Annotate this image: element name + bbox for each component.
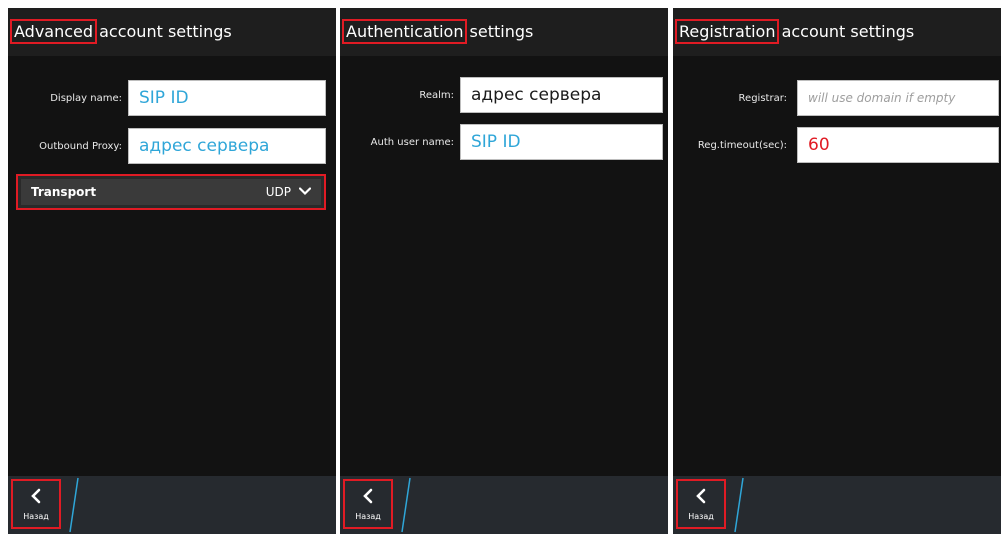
page-title: Advanced account settings	[9, 19, 232, 44]
auth-user-name-row: Auth user name: SIP ID	[340, 124, 668, 162]
registrar-row: Registrar: will use domain if empty	[673, 80, 1001, 118]
chevron-left-icon	[30, 488, 42, 508]
back-button[interactable]: Назад	[343, 479, 393, 529]
bottom-action-bar: Назад	[340, 476, 668, 534]
outbound-proxy-label: Outbound Proxy:	[39, 141, 122, 152]
divider-slash	[69, 477, 79, 533]
outbound-proxy-row: Outbound Proxy: адрес сервера	[8, 128, 336, 166]
reg-timeout-input[interactable]: 60	[797, 127, 999, 163]
divider-slash	[734, 477, 744, 533]
realm-input[interactable]: адрес сервера	[460, 77, 663, 113]
back-button[interactable]: Назад	[676, 479, 726, 529]
back-button-label: Назад	[355, 511, 381, 521]
registrar-input[interactable]: will use domain if empty	[797, 80, 999, 116]
transport-value: UDP	[265, 185, 291, 199]
title-rest: settings	[464, 22, 534, 41]
authentication-settings-screen: Authentication settings Realm: адрес сер…	[340, 8, 668, 534]
chevron-left-icon	[362, 488, 374, 508]
title-rest: account settings	[776, 22, 915, 41]
reg-timeout-label: Reg.timeout(sec):	[697, 140, 787, 151]
title-highlight: Advanced	[9, 19, 98, 44]
title-bar: Advanced account settings	[8, 8, 336, 56]
auth-user-name-label: Auth user name:	[370, 137, 454, 148]
page-title: Registration account settings	[674, 19, 915, 44]
auth-user-name-input[interactable]: SIP ID	[460, 124, 663, 160]
display-name-input[interactable]: SIP ID	[128, 80, 326, 116]
transport-value-group: UDP	[265, 185, 312, 199]
outbound-proxy-input[interactable]: адрес сервера	[128, 128, 326, 164]
bottom-action-bar: Назад	[673, 476, 1001, 534]
title-highlight: Registration	[674, 19, 780, 44]
bottom-action-bar: Назад	[8, 476, 336, 534]
page-title: Authentication settings	[341, 19, 534, 44]
transport-label: Transport	[31, 185, 97, 199]
chevron-down-icon	[298, 185, 312, 199]
title-rest: account settings	[94, 22, 232, 41]
display-name-row: Display name: SIP ID	[8, 80, 336, 118]
registrar-label: Registrar:	[738, 93, 787, 104]
reg-timeout-row: Reg.timeout(sec): 60	[673, 127, 1001, 165]
registration-account-settings-screen: Registration account settings Registrar:…	[673, 8, 1001, 534]
display-name-label: Display name:	[50, 93, 122, 104]
transport-dropdown[interactable]: Transport UDP	[16, 174, 326, 210]
back-button-label: Назад	[688, 511, 714, 521]
advanced-account-settings-screen: Advanced account settings Display name: …	[8, 8, 336, 534]
transport-dropdown-inner: Transport UDP	[21, 179, 321, 205]
back-button[interactable]: Назад	[11, 479, 61, 529]
screens-container: Advanced account settings Display name: …	[0, 0, 1001, 534]
title-bar: Authentication settings	[340, 8, 668, 56]
realm-row: Realm: адрес сервера	[340, 77, 668, 115]
back-button-label: Назад	[23, 511, 49, 521]
title-highlight: Authentication	[341, 19, 468, 44]
chevron-left-icon	[695, 488, 707, 508]
divider-slash	[401, 477, 411, 533]
title-bar: Registration account settings	[673, 8, 1001, 56]
realm-label: Realm:	[419, 90, 454, 101]
